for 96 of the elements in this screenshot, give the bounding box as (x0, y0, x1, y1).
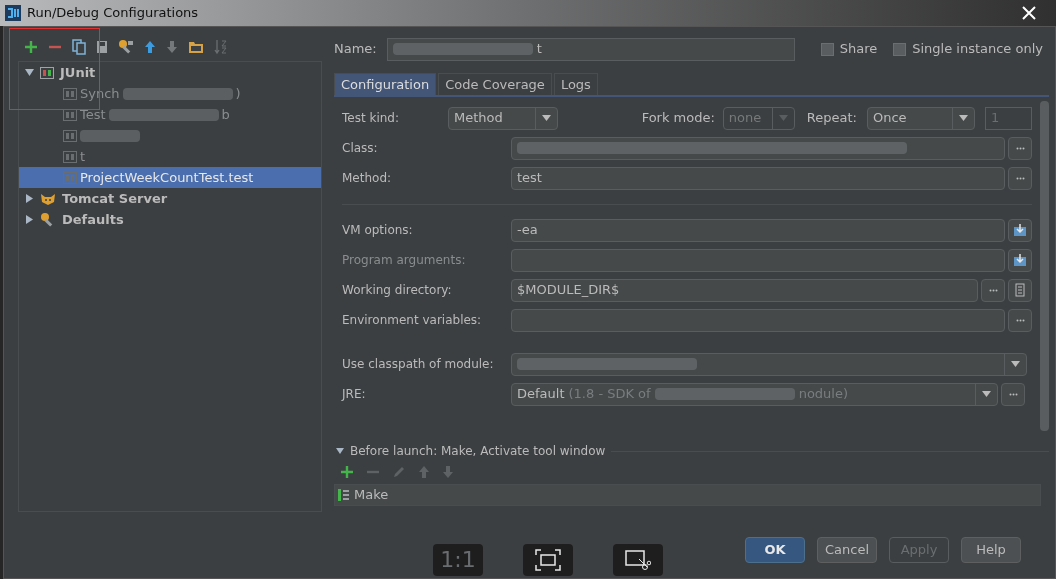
field-label: Repeat: (806, 109, 857, 128)
dialog-button[interactable]: Help (961, 537, 1021, 563)
screen-scissors-icon (625, 549, 651, 571)
junit-icon (63, 171, 77, 184)
tree-item-label: b (221, 105, 230, 124)
tree-item-label: t (80, 147, 86, 166)
ellipsis-icon (1015, 146, 1025, 150)
copy-icon[interactable] (72, 39, 86, 55)
tree-group-label[interactable]: Defaults (62, 209, 124, 230)
folder-icon[interactable] (188, 40, 204, 54)
tab[interactable]: Code Coverage (438, 73, 552, 95)
zoom-label: 1:1 (440, 549, 476, 571)
field-label: Method: (342, 170, 393, 187)
name-label: Name: (334, 40, 377, 59)
expand-icon (1013, 223, 1027, 237)
fit-screen-icon (535, 549, 561, 571)
tab[interactable]: Configuration (334, 73, 437, 95)
tree-group-label[interactable]: JUnit (60, 62, 96, 83)
add-icon[interactable] (340, 465, 354, 479)
cat-icon (40, 191, 56, 206)
tree-item[interactable]: ProjectWeekCountTest.test (19, 167, 321, 188)
module-dropdown[interactable] (511, 352, 1027, 376)
arrow-up-icon[interactable] (144, 40, 156, 54)
ellipsis-icon (1008, 392, 1018, 396)
field-label: VM options: (342, 222, 414, 239)
checkbox-label: Single instance only (912, 40, 1043, 59)
tree-item[interactable]: t (19, 146, 321, 167)
scrollbar[interactable] (1040, 101, 1049, 431)
ellipsis-icon (1015, 318, 1025, 322)
dropdown-arrow-icon (778, 115, 788, 121)
field-label: Environment variables: (342, 312, 483, 329)
text-field[interactable]: -ea (511, 218, 1005, 242)
save-icon[interactable] (96, 40, 108, 54)
junit-icon (40, 66, 54, 79)
test-kind-dropdown[interactable]: Method (448, 106, 558, 130)
close-icon (1022, 6, 1036, 20)
tree-item-label: ProjectWeekCountTest.test (80, 168, 254, 187)
viewer-button[interactable] (523, 544, 573, 576)
tree-item[interactable]: Test b (19, 104, 321, 125)
field-label: Test kind: (342, 110, 400, 127)
expanded-arrow-icon[interactable] (25, 68, 34, 77)
checkbox[interactable] (893, 42, 907, 56)
section-title[interactable]: Before launch: Make, Activate tool window (350, 442, 606, 460)
dialog-button[interactable]: OK (745, 537, 805, 563)
document-icon (1015, 283, 1025, 297)
viewer-button[interactable]: 1:1 (433, 544, 483, 576)
dropdown-arrow-icon (959, 115, 968, 121)
viewer-button[interactable] (613, 544, 663, 576)
field-label: Fork mode: (641, 109, 715, 128)
checkbox[interactable] (820, 42, 834, 56)
wrench-icon[interactable] (118, 39, 134, 55)
binary-icon (338, 488, 350, 502)
field-label: Working directory: (342, 282, 453, 299)
task-label[interactable]: Make (354, 485, 389, 505)
dropdown-value: none (728, 109, 762, 128)
dropdown-arrow-icon (1011, 361, 1020, 367)
dropdown-value: Once (873, 109, 907, 128)
tree-group-label[interactable]: Tomcat Server (62, 188, 168, 209)
browse-button[interactable] (1008, 218, 1032, 242)
jre-value: Default (517, 385, 565, 404)
ellipsis-icon (1015, 176, 1025, 180)
tree-item-label: ) (235, 84, 241, 103)
field-label: Use classpath of module: (342, 356, 495, 373)
app-logo-icon (5, 5, 21, 21)
text-field[interactable] (511, 248, 1005, 272)
ellipsis-icon (988, 288, 998, 292)
dropdown-value: Method (454, 109, 503, 128)
text-field[interactable] (511, 136, 1005, 160)
field-label: JRE: (342, 386, 367, 403)
junit-icon (63, 150, 77, 163)
browse-button[interactable] (1008, 248, 1032, 272)
text-field[interactable]: test (511, 166, 1005, 190)
junit-icon (63, 129, 77, 142)
junit-icon (63, 87, 77, 100)
window-title: Run/Debug Configurations (27, 4, 199, 23)
dialog-button[interactable]: Cancel (817, 537, 877, 563)
text-field[interactable] (511, 308, 1005, 332)
field-label: Class: (342, 140, 379, 157)
expand-icon (1013, 253, 1027, 267)
collapse-arrow-icon[interactable] (336, 448, 344, 454)
junit-icon (63, 108, 77, 121)
add-icon[interactable] (24, 40, 38, 54)
text-field[interactable]: $MODULE_DIR$ (511, 278, 978, 302)
arrow-down-icon[interactable] (166, 40, 178, 54)
checkbox-label: Share (839, 40, 878, 59)
blurred-text (80, 129, 140, 142)
tab[interactable]: Logs (553, 73, 598, 95)
tree-item-label: Test (80, 105, 106, 124)
collapsed-arrow-icon[interactable] (25, 215, 34, 224)
repeat-dropdown[interactable]: Once (867, 106, 975, 130)
field-label: Program arguments: (342, 252, 467, 269)
dropdown-arrow-icon (542, 115, 551, 121)
name-field[interactable]: t (386, 37, 795, 61)
sort-icon[interactable] (214, 39, 228, 55)
dropdown-arrow-icon (982, 391, 991, 397)
collapsed-arrow-icon[interactable] (25, 194, 34, 203)
